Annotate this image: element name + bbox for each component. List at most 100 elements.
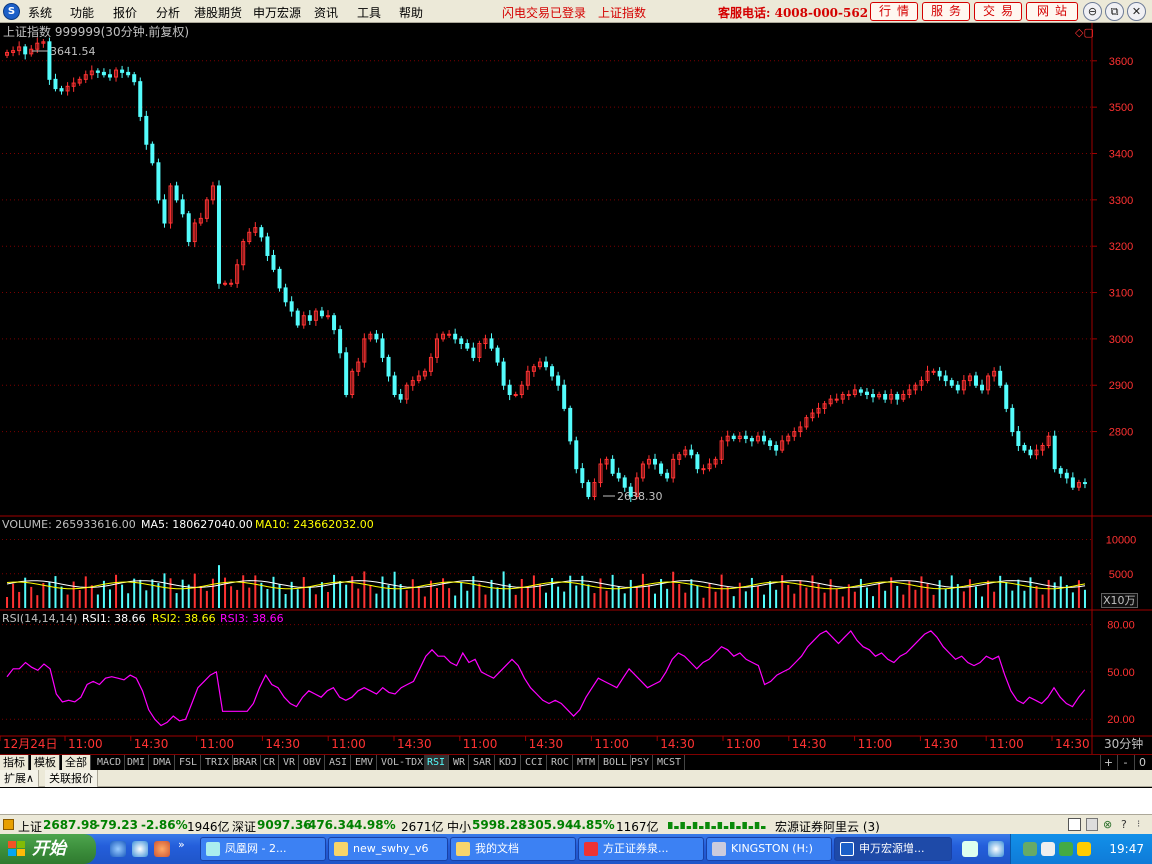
quote-button[interactable]: 行情 [870, 2, 918, 21]
indicator-tab-mcst[interactable]: MCST [654, 755, 686, 770]
indicator-tab-fsl[interactable]: FSL [176, 755, 202, 770]
alert-icon[interactable] [3, 819, 14, 830]
indicator-tab-cr[interactable]: CR [260, 755, 280, 770]
menu-dots-icon[interactable]: ⁝ [1137, 818, 1149, 831]
sz-index-name[interactable]: 深证 [232, 818, 256, 835]
candle-body [1058, 468, 1063, 474]
browser-icon[interactable] [132, 841, 148, 857]
task-my-documents[interactable]: 我的文档 [450, 837, 576, 861]
trade-button[interactable]: 交易 [974, 2, 1022, 21]
candle-body [307, 315, 312, 321]
indicator-tab-trix[interactable]: TRIX [202, 755, 234, 770]
candle-body [319, 310, 324, 317]
indicator-tab-obv[interactable]: OBV [300, 755, 326, 770]
breadth-bar [674, 826, 679, 829]
indicator-tab-vr[interactable]: VR [280, 755, 300, 770]
period-selector[interactable]: 30分钟 [1104, 738, 1143, 751]
candle-body [162, 199, 167, 224]
sh-index-name[interactable]: 上证 [18, 818, 42, 835]
service-button[interactable]: 服务 [922, 2, 970, 21]
candle-body [846, 394, 851, 396]
time-axis-label: 11:00 [462, 737, 498, 751]
tray-update-icon[interactable] [1077, 842, 1091, 856]
indicator-tab-sar[interactable]: SAR [470, 755, 496, 770]
indicator-tab-cci[interactable]: CCI [522, 755, 548, 770]
candle-body [973, 375, 978, 386]
tray-network-icon[interactable] [1023, 842, 1037, 856]
restore-icon[interactable]: ⧉ [1105, 2, 1124, 21]
candle-body [386, 356, 391, 377]
chart-area[interactable]: 3600 3500 3400 3300 3200 3100 3000 2900 2800 1000… [0, 23, 1152, 754]
menu-swhy[interactable]: 申万宏源 [253, 4, 301, 21]
indicator-tab-psy[interactable]: PSY [628, 755, 654, 770]
price-tick-label: 3200 [1109, 241, 1133, 253]
indicator-tab-dmi[interactable]: DMI [124, 755, 150, 770]
candle-body [1004, 384, 1009, 409]
indicator-tab-roc[interactable]: ROC [548, 755, 574, 770]
lock-icon[interactable] [1086, 818, 1098, 831]
zoom-in-button[interactable]: + [1100, 755, 1116, 770]
candle-body [943, 375, 948, 382]
app-logo-icon[interactable]: S [3, 3, 20, 20]
indicator-tab-mtm[interactable]: MTM [574, 755, 600, 770]
tab-related-quotes[interactable]: 关联报价 [45, 770, 98, 787]
task-new-swhy[interactable]: new_swhy_v6 [328, 837, 448, 861]
start-button[interactable]: 开始 [0, 834, 96, 864]
indicator-tab-emv[interactable]: EMV [352, 755, 378, 770]
sme-index-name[interactable]: 中小 [447, 818, 471, 835]
zoom-out-button[interactable]: - [1117, 755, 1133, 770]
reset-zoom-button[interactable]: 0 [1134, 755, 1150, 770]
candle-body [858, 389, 863, 393]
indicator-tab-kdj[interactable]: KDJ [496, 755, 522, 770]
close-icon[interactable]: ✕ [1127, 2, 1146, 21]
window-icon[interactable] [1068, 818, 1081, 831]
quicklaunch-more-icon[interactable]: » [178, 838, 185, 851]
tab-indicator[interactable]: 指标 [0, 755, 29, 770]
task-kingston[interactable]: KINGSTON (H:) [706, 837, 832, 861]
candle-body [132, 74, 137, 83]
candle-body [1010, 407, 1015, 433]
broker-server[interactable]: 宏源证券阿里云 (3) [775, 818, 880, 835]
sz-index-change: -476.34 [303, 818, 355, 832]
price-tick-label: 2800 [1109, 427, 1133, 439]
tab-all[interactable]: 全部 [62, 755, 91, 770]
candle-body [344, 352, 349, 395]
tray-volume-icon[interactable] [1041, 842, 1055, 856]
indicator-tab-brar[interactable]: BRAR [230, 755, 262, 770]
tray-security-icon[interactable] [1059, 842, 1073, 856]
indicator-tab-boll[interactable]: BOLL [600, 755, 632, 770]
menu-help[interactable]: 帮助 [399, 4, 423, 21]
sh-index-change: -79.23 [95, 818, 138, 832]
menu-system[interactable]: 系统 [28, 4, 52, 21]
indicator-tab-macd[interactable]: MACD [94, 755, 126, 770]
task-swhy-active[interactable]: 申万宏源增... [834, 837, 952, 861]
task-founder[interactable]: 方正证券泉... [578, 837, 704, 861]
website-button[interactable]: 网站 [1026, 2, 1078, 21]
indicator-tab-asi[interactable]: ASI [326, 755, 352, 770]
volume-tick-label: 5000 [1109, 569, 1133, 581]
ie-icon[interactable] [110, 841, 126, 857]
menu-tools[interactable]: 工具 [357, 4, 381, 21]
drive-icon [712, 842, 726, 856]
indicator-tab-dma[interactable]: DMA [150, 755, 176, 770]
index-status-bar: 上证 2687.98 -79.23 -2.86% 1946亿 深证 9097.3… [0, 814, 1152, 834]
tray-app-icon-1[interactable] [962, 841, 978, 857]
task-ifeng[interactable]: 凤凰网 - 2... [200, 837, 326, 861]
indicator-tab-wr[interactable]: WR [450, 755, 470, 770]
minimize-icon[interactable]: ⊖ [1083, 2, 1102, 21]
tab-template[interactable]: 模板 [31, 755, 60, 770]
app-quicklaunch-icon[interactable] [154, 841, 170, 857]
chart-corner-icons[interactable]: ◇▢ [1075, 26, 1094, 39]
menu-hk-futures[interactable]: 港股期货 [194, 4, 242, 21]
menu-news[interactable]: 资讯 [314, 4, 338, 21]
help-icon[interactable]: ? [1121, 818, 1135, 831]
breadth-bar [711, 826, 716, 829]
menu-quote[interactable]: 报价 [113, 4, 137, 21]
indicator-tab-vol-tdx[interactable]: VOL-TDX [378, 755, 428, 770]
menu-analysis[interactable]: 分析 [156, 4, 180, 21]
tray-app-icon-2[interactable] [988, 841, 1004, 857]
menu-function[interactable]: 功能 [70, 4, 94, 21]
candle-body [762, 435, 767, 442]
tab-expand[interactable]: 扩展∧ [0, 770, 40, 787]
indicator-tab-rsi[interactable]: RSI [424, 755, 450, 770]
